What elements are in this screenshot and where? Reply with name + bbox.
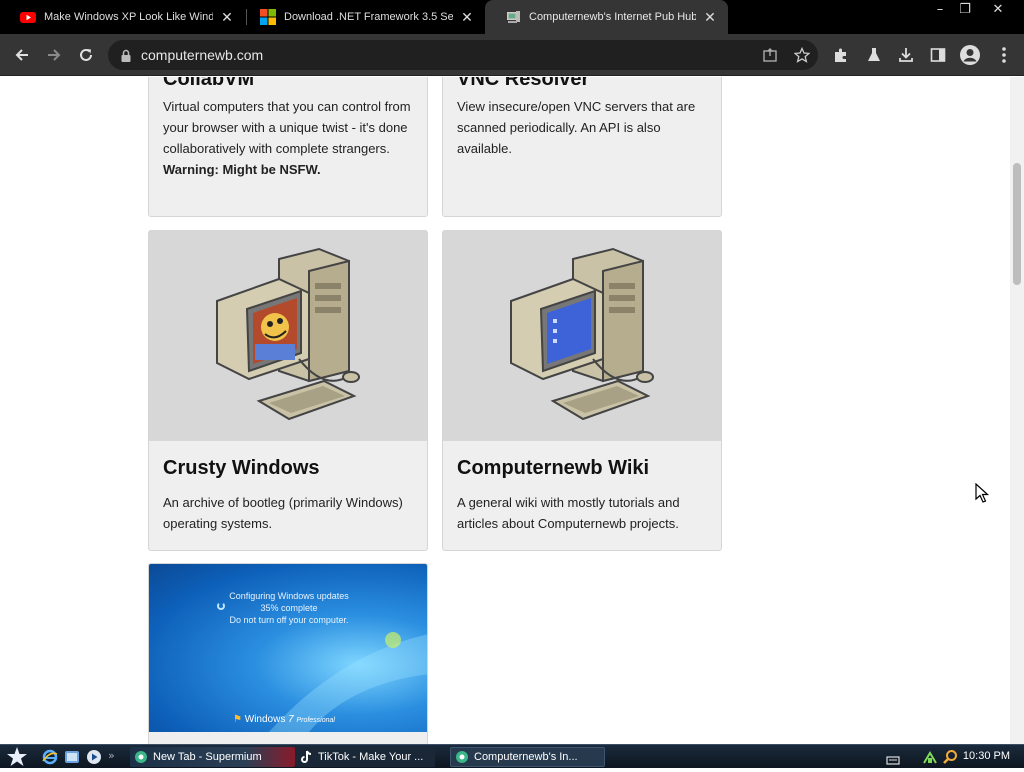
- card-thumbnail: [149, 231, 427, 441]
- page-content: CollabVM Virtual computers that you can …: [0, 77, 1024, 744]
- start-star-icon: [7, 747, 27, 766]
- reload-icon: [80, 48, 92, 61]
- computernewb-icon: [505, 9, 521, 25]
- close-tab-icon[interactable]: ✕: [459, 9, 475, 26]
- page-scrollbar[interactable]: [1010, 77, 1024, 744]
- bookmark-button[interactable]: [788, 41, 816, 69]
- tab-strip: Make Windows XP Look Like Window ✕ Downl…: [0, 0, 1024, 34]
- card-windows-updates[interactable]: Configuring Windows updates 35% complete…: [148, 563, 428, 744]
- network-icon[interactable]: [922, 749, 938, 765]
- card-computernewb-wiki[interactable]: Computernewb Wiki A general wiki with mo…: [442, 230, 722, 551]
- labs-button[interactable]: [860, 41, 888, 69]
- taskbar-item-label: Computernewb's In...: [474, 751, 578, 763]
- keyboard-icon[interactable]: [886, 751, 900, 765]
- search-icon[interactable]: [942, 749, 958, 765]
- card-title: CollabVM: [163, 77, 255, 90]
- card-vnc-resolver[interactable]: VNC Resolver View insecure/open VNC serv…: [442, 77, 722, 217]
- quicklaunch-more-icon[interactable]: »: [108, 749, 124, 765]
- taskbar-item-new-tab[interactable]: New Tab - Supermium: [130, 747, 295, 767]
- card-crusty-windows[interactable]: Crusty Windows An archive of bootleg (pr…: [148, 230, 428, 551]
- arrow-right-icon: [48, 49, 61, 61]
- profile-button[interactable]: [956, 41, 984, 69]
- extensions-button[interactable]: [827, 41, 855, 69]
- spinner-icon: [217, 602, 225, 610]
- url-text[interactable]: computernewb.com: [141, 47, 263, 63]
- card-description: A general wiki with mostly tutorials and…: [457, 495, 680, 531]
- taskbar-item-tiktok[interactable]: TikTok - Make Your ...: [295, 747, 435, 767]
- avatar-icon: [960, 45, 980, 65]
- card-thumbnail: [443, 231, 721, 441]
- star-icon: [794, 47, 810, 63]
- explorer-icon[interactable]: [64, 749, 80, 765]
- close-tab-icon[interactable]: ✕: [219, 9, 235, 26]
- media-player-icon[interactable]: [86, 749, 102, 765]
- nsfw-warning: Warning: Might be NSFW.: [163, 162, 321, 177]
- windows-logo: ⚑ Windows 7 Professional: [233, 714, 335, 725]
- close-window-button[interactable]: ✕: [983, 0, 1013, 18]
- tab-title: Download .NET Framework 3.5 Serv: [284, 11, 453, 23]
- card-description: View insecure/open VNC servers that are …: [457, 99, 696, 156]
- tab-title: Make Windows XP Look Like Window: [44, 11, 213, 23]
- card-description-text: Virtual computers that you can control f…: [163, 99, 411, 156]
- update-status-line: Configuring Windows updates: [229, 591, 349, 601]
- taskbar: » New Tab - Supermium TikTok - Make Your…: [0, 744, 1024, 768]
- restore-button[interactable]: ❐: [950, 0, 980, 18]
- card-title: VNC Resolver: [457, 77, 590, 90]
- scrollbar-thumb[interactable]: [1013, 163, 1021, 285]
- tab-computernewb[interactable]: Computernewb's Internet Pub Hub! ✕: [485, 0, 728, 34]
- start-button[interactable]: [6, 746, 28, 768]
- taskbar-item-label: New Tab - Supermium: [153, 751, 262, 763]
- taskbar-clock[interactable]: 10:30 PM: [963, 750, 1010, 762]
- kebab-menu-icon: [1002, 47, 1006, 63]
- close-tab-icon[interactable]: ✕: [702, 9, 718, 26]
- card-title: Crusty Windows: [163, 457, 320, 479]
- lock-icon[interactable]: [120, 48, 132, 67]
- downloads-button[interactable]: [892, 41, 920, 69]
- share-button[interactable]: [756, 41, 784, 69]
- card-description: Virtual computers that you can control f…: [163, 96, 415, 180]
- card-collabvm[interactable]: CollabVM Virtual computers that you can …: [148, 77, 428, 217]
- side-panel-icon: [930, 48, 946, 62]
- tab-dotnet[interactable]: Download .NET Framework 3.5 Serv ✕: [240, 0, 485, 34]
- update-progress-line: 35% complete: [260, 603, 318, 613]
- card-title: Computernewb Wiki: [457, 457, 650, 479]
- share-icon: [763, 48, 777, 62]
- internet-explorer-icon[interactable]: [42, 749, 58, 765]
- mouse-cursor-icon: [975, 483, 989, 503]
- card-description: An archive of bootleg (primarily Windows…: [163, 495, 403, 531]
- supermium-icon: [456, 751, 468, 763]
- taskbar-item-label: TikTok - Make Your ...: [318, 751, 424, 763]
- forward-button[interactable]: [40, 41, 68, 69]
- taskbar-item-computernewb[interactable]: Computernewb's In...: [450, 747, 605, 767]
- address-bar[interactable]: computernewb.com: [108, 40, 818, 70]
- windows7-update-screenshot: Configuring Windows updates 35% complete…: [149, 564, 427, 732]
- tab-youtube[interactable]: Make Windows XP Look Like Window ✕: [0, 0, 245, 34]
- arrow-left-icon: [15, 49, 28, 61]
- retro-computer-icon: [216, 247, 360, 421]
- menu-button[interactable]: [990, 41, 1018, 69]
- tab-title: Computernewb's Internet Pub Hub!: [529, 11, 696, 23]
- browser-toolbar: computernewb.com: [0, 34, 1024, 76]
- supermium-icon: [135, 751, 147, 763]
- youtube-icon: [20, 9, 36, 25]
- microsoft-icon: [260, 9, 276, 25]
- tiktok-icon: [301, 750, 312, 763]
- update-warning-line: Do not turn off your computer.: [229, 615, 349, 625]
- side-panel-button[interactable]: [924, 41, 952, 69]
- puzzle-icon: [835, 48, 846, 62]
- reload-button[interactable]: [72, 41, 100, 69]
- flask-icon: [868, 48, 880, 61]
- back-button[interactable]: [8, 41, 36, 69]
- download-icon: [899, 48, 913, 62]
- retro-computer-icon: [510, 247, 654, 421]
